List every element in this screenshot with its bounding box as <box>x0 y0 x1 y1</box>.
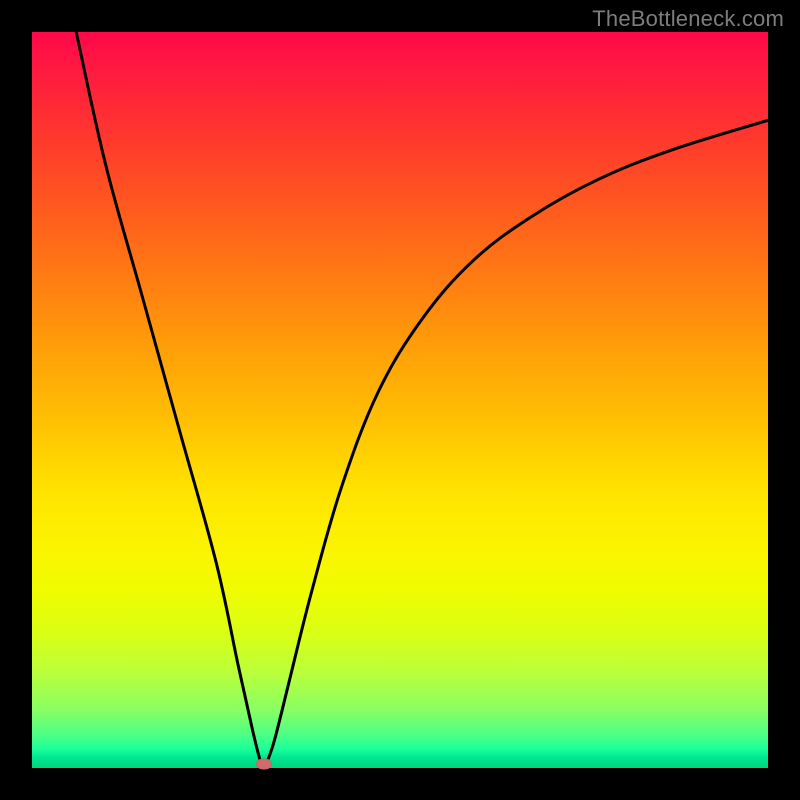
chart-frame: TheBottleneck.com <box>0 0 800 800</box>
bottleneck-curve <box>32 32 768 768</box>
minimum-marker <box>256 759 272 770</box>
plot-area <box>32 32 768 768</box>
curve-path <box>76 32 768 768</box>
watermark-text: TheBottleneck.com <box>592 6 784 32</box>
